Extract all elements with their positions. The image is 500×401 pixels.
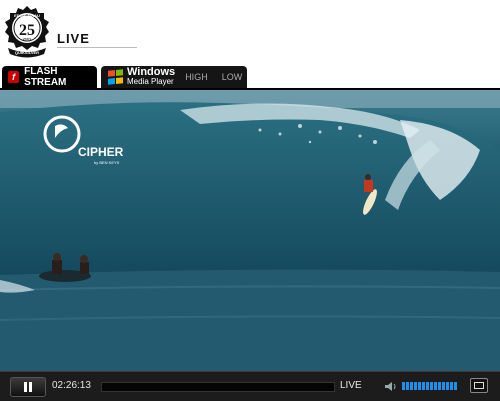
video-frame: CIPHER by BEN KEYS [0, 90, 500, 373]
flash-icon: f [8, 71, 20, 83]
player-controls: 02:26:13 LIVE [0, 371, 500, 401]
video-player[interactable]: CIPHER by BEN KEYS [0, 88, 500, 373]
windows-logo-icon [108, 69, 123, 85]
speaker-icon[interactable] [384, 381, 398, 392]
progress-bar[interactable] [101, 382, 335, 392]
tab-windows-media-player[interactable]: Windows Media Player HIGH LOW [101, 66, 247, 88]
badge-sub-text: years [23, 37, 32, 41]
wmp-label: Windows Media Player [127, 66, 176, 87]
stream-tabs: f FLASH STREAM Windows Media Player HIGH… [0, 66, 500, 88]
wmp-label-line2: Media Player [127, 77, 174, 86]
event-badge-icon: EDDIE AIKAU 25 years QUIKSILVER [2, 4, 52, 66]
page-title: LIVE [57, 31, 90, 46]
time-display: 02:26:13 [52, 380, 91, 391]
wmp-label-line1: Windows [127, 66, 176, 78]
watermark-sub: by BEN KEYS [94, 160, 120, 165]
fullscreen-button[interactable] [470, 378, 488, 393]
watermark-brand: CIPHER [78, 145, 124, 159]
quality-low-link[interactable]: LOW [222, 72, 243, 82]
tab-flash-label: FLASH STREAM [24, 66, 67, 88]
badge-top-text: EDDIE AIKAU [14, 13, 40, 18]
pause-icon [24, 382, 32, 392]
volume-slider[interactable] [402, 382, 460, 390]
live-indicator: LIVE [340, 380, 362, 391]
tab-flash-stream[interactable]: f FLASH STREAM [2, 66, 97, 88]
badge-bottom-text: QUIKSILVER [15, 50, 39, 55]
quality-high-link[interactable]: HIGH [185, 72, 208, 82]
title-divider [57, 47, 137, 48]
pause-button[interactable] [10, 377, 46, 397]
fullscreen-icon [474, 382, 484, 389]
